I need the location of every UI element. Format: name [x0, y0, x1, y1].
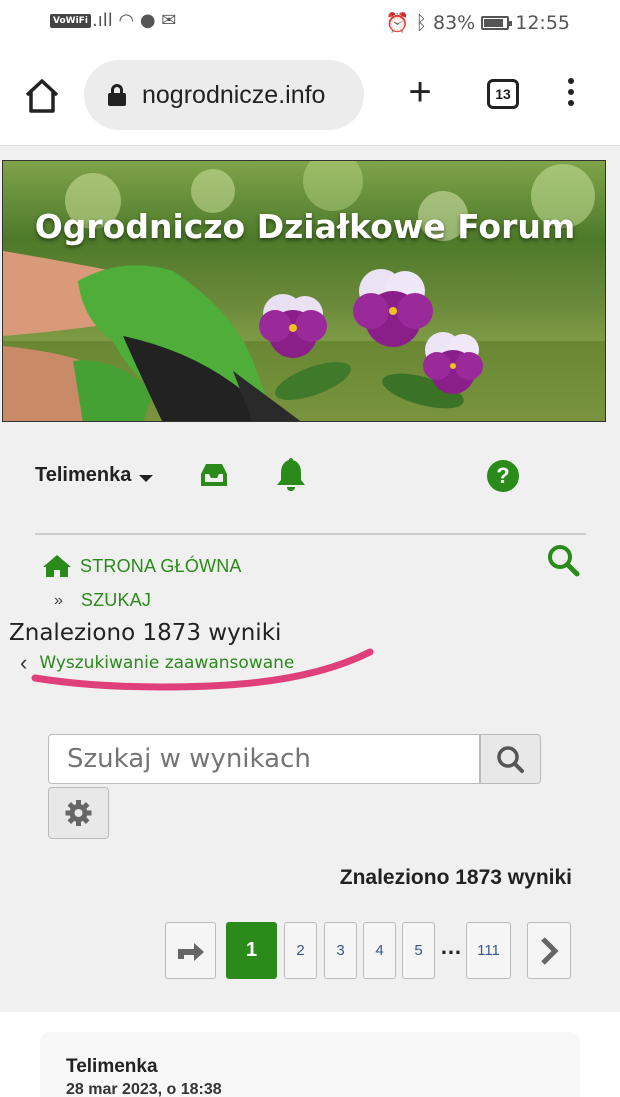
post-date: 28 mar 2023, o 18:38: [66, 1081, 222, 1097]
url-text: nogrodnicze.info: [142, 80, 326, 109]
highlight-underline: [31, 648, 374, 691]
house-icon: [43, 555, 71, 577]
lock-icon: [108, 84, 126, 106]
page-3[interactable]: 3: [324, 922, 357, 979]
vowifi-badge: VoWiFi: [50, 14, 91, 28]
next-page-button[interactable]: [527, 922, 571, 979]
breadcrumb-search-label[interactable]: SZUKAJ: [81, 590, 151, 611]
home-button[interactable]: [22, 76, 62, 116]
search-options-button[interactable]: [48, 787, 109, 839]
tab-switcher-button[interactable]: 13: [487, 79, 519, 109]
jump-to-page-button[interactable]: [165, 922, 216, 979]
caret-down-icon: [139, 475, 154, 482]
user-menu[interactable]: Telimenka: [35, 464, 154, 487]
overflow-menu-button[interactable]: [565, 78, 577, 112]
jump-arrow-icon: [178, 943, 204, 961]
browser-toolbar: nogrodnicze.info + 13: [0, 46, 620, 146]
new-tab-button[interactable]: +: [402, 72, 438, 112]
banner-title: Ogrodniczo Działkowe Forum: [34, 207, 576, 246]
banner-image: [3, 161, 605, 421]
divider: [35, 533, 586, 535]
search-submit-button[interactable]: [480, 734, 541, 784]
search-icon: [497, 746, 524, 773]
chevron-right-icon: [541, 937, 559, 965]
address-bar[interactable]: nogrodnicze.info: [84, 60, 364, 130]
battery-percent: 83%: [433, 11, 476, 34]
result-count: Znaleziono 1873 wyniki: [339, 866, 572, 889]
breadcrumb-home-label: STRONA GŁÓWNA: [80, 555, 242, 576]
pagination: 1 2 3 4 5 … 111: [0, 922, 620, 980]
bell-icon[interactable]: [275, 456, 307, 492]
search-in-results-field[interactable]: [48, 734, 480, 784]
post-author[interactable]: Telimenka: [66, 1056, 554, 1078]
result-card[interactable]: Telimenka 28 mar 2023, o 18:38: [40, 1032, 580, 1097]
forum-toolbar: Telimenka ?: [0, 440, 620, 520]
alarm-icon: ⏰: [385, 12, 410, 34]
home-icon: [25, 79, 59, 113]
search-icon[interactable]: [546, 543, 580, 577]
breadcrumb-home[interactable]: STRONA GŁÓWNA: [42, 554, 242, 578]
bluetooth-icon: ᛒ: [415, 11, 427, 34]
inbox-icon[interactable]: [198, 460, 230, 490]
signal-wifi-icons: .ıll ◠ ● ✉: [92, 10, 177, 31]
page-2[interactable]: 2: [284, 922, 317, 979]
page-5[interactable]: 5: [402, 922, 435, 979]
page-1[interactable]: 1: [226, 922, 277, 979]
clock: 12:55: [515, 11, 570, 34]
breadcrumb-search: » SZUKAJ: [54, 590, 151, 611]
pagination-ellipsis: …: [440, 934, 462, 959]
battery-icon: [481, 15, 513, 30]
gear-icon: [65, 800, 92, 826]
search-input[interactable]: [67, 744, 479, 774]
breadcrumb-separator: »: [54, 591, 63, 609]
forum-banner[interactable]: Ogrodniczo Działkowe Forum: [2, 160, 606, 422]
help-icon[interactable]: ?: [487, 460, 519, 492]
page-last[interactable]: 111: [466, 922, 511, 979]
username: Telimenka: [35, 464, 132, 486]
chevron-left-icon[interactable]: ‹: [20, 650, 27, 676]
status-bar: VoWiFi .ıll ◠ ● ✉ ⏰ ᛒ 83% 12:55: [0, 0, 620, 46]
page-4[interactable]: 4: [363, 922, 396, 979]
